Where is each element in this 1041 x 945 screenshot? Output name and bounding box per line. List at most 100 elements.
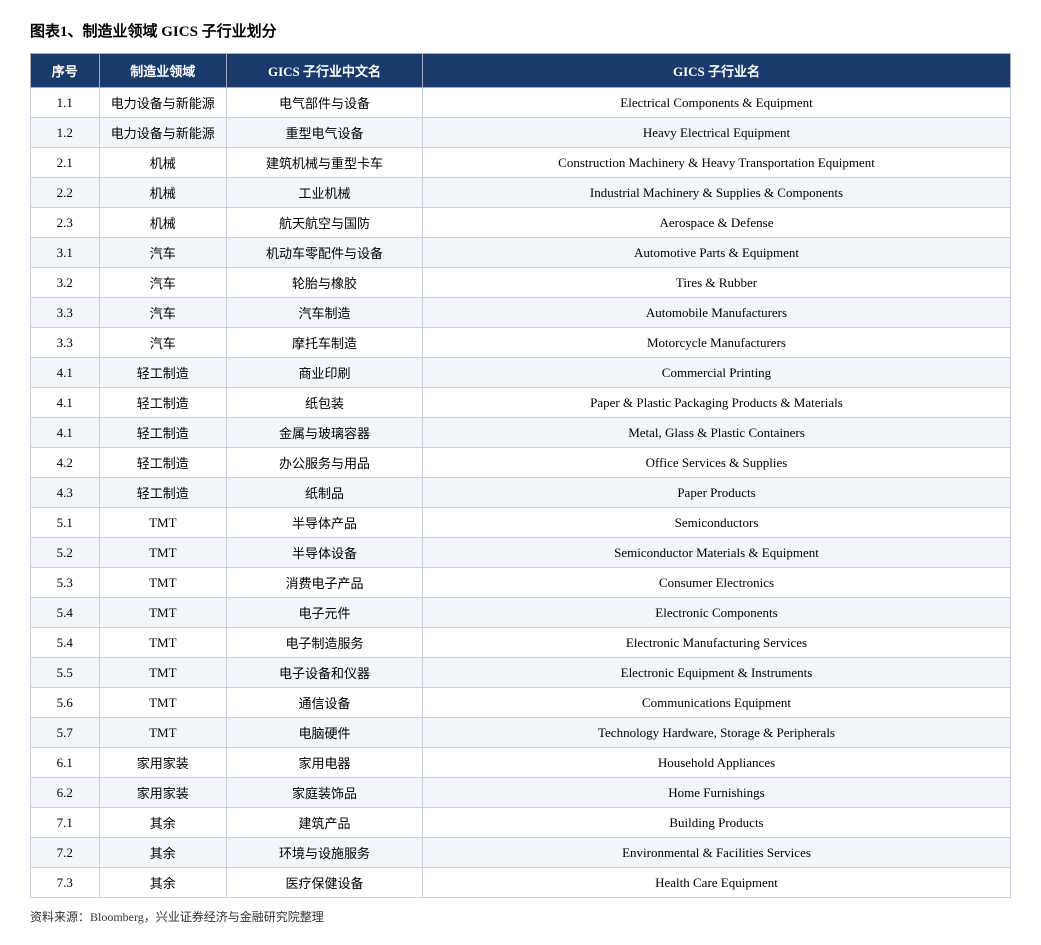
table-row: 7.1其余建筑产品Building Products <box>31 808 1011 838</box>
table-row: 7.2其余环境与设施服务Environmental & Facilities S… <box>31 838 1011 868</box>
cell-en: Consumer Electronics <box>422 568 1010 598</box>
cell-num: 1.2 <box>31 118 100 148</box>
header-cn: GICS 子行业中文名 <box>226 54 422 88</box>
cell-cn: 纸制品 <box>226 478 422 508</box>
cell-en: Communications Equipment <box>422 688 1010 718</box>
cell-cn: 建筑机械与重型卡车 <box>226 148 422 178</box>
cell-en: Electronic Equipment & Instruments <box>422 658 1010 688</box>
main-table: 序号 制造业领域 GICS 子行业中文名 GICS 子行业名 1.1电力设备与新… <box>30 53 1011 898</box>
table-row: 5.3TMT消费电子产品Consumer Electronics <box>31 568 1011 598</box>
cell-domain: TMT <box>99 598 226 628</box>
cell-en: Construction Machinery & Heavy Transport… <box>422 148 1010 178</box>
cell-num: 5.6 <box>31 688 100 718</box>
cell-cn: 电气部件与设备 <box>226 88 422 118</box>
cell-domain: TMT <box>99 568 226 598</box>
cell-cn: 摩托车制造 <box>226 328 422 358</box>
table-row: 5.1TMT半导体产品Semiconductors <box>31 508 1011 538</box>
cell-domain: 汽车 <box>99 238 226 268</box>
cell-num: 7.2 <box>31 838 100 868</box>
cell-en: Household Appliances <box>422 748 1010 778</box>
cell-domain: 其余 <box>99 868 226 898</box>
cell-num: 5.2 <box>31 538 100 568</box>
cell-domain: TMT <box>99 718 226 748</box>
cell-num: 5.1 <box>31 508 100 538</box>
cell-domain: 机械 <box>99 148 226 178</box>
footer-note: 资料来源：Bloomberg，兴业证券经济与金融研究院整理 <box>30 908 1011 925</box>
cell-domain: 汽车 <box>99 328 226 358</box>
cell-domain: TMT <box>99 658 226 688</box>
cell-en: Tires & Rubber <box>422 268 1010 298</box>
cell-cn: 电子元件 <box>226 598 422 628</box>
cell-en: Commercial Printing <box>422 358 1010 388</box>
cell-cn: 家庭装饰品 <box>226 778 422 808</box>
table-row: 5.4TMT电子制造服务Electronic Manufacturing Ser… <box>31 628 1011 658</box>
cell-domain: 轻工制造 <box>99 448 226 478</box>
cell-cn: 半导体产品 <box>226 508 422 538</box>
cell-domain: 汽车 <box>99 298 226 328</box>
cell-domain: TMT <box>99 538 226 568</box>
cell-domain: 轻工制造 <box>99 478 226 508</box>
cell-en: Building Products <box>422 808 1010 838</box>
cell-num: 4.1 <box>31 418 100 448</box>
cell-cn: 办公服务与用品 <box>226 448 422 478</box>
cell-num: 2.3 <box>31 208 100 238</box>
cell-cn: 环境与设施服务 <box>226 838 422 868</box>
table-row: 5.7TMT电脑硬件Technology Hardware, Storage &… <box>31 718 1011 748</box>
table-row: 3.3汽车汽车制造Automobile Manufacturers <box>31 298 1011 328</box>
cell-cn: 纸包装 <box>226 388 422 418</box>
cell-num: 5.4 <box>31 628 100 658</box>
table-row: 3.2汽车轮胎与橡胶Tires & Rubber <box>31 268 1011 298</box>
table-row: 4.3轻工制造纸制品Paper Products <box>31 478 1011 508</box>
cell-en: Environmental & Facilities Services <box>422 838 1010 868</box>
cell-domain: 轻工制造 <box>99 388 226 418</box>
table-row: 1.1电力设备与新能源电气部件与设备Electrical Components … <box>31 88 1011 118</box>
cell-en: Paper Products <box>422 478 1010 508</box>
cell-num: 2.1 <box>31 148 100 178</box>
cell-num: 4.2 <box>31 448 100 478</box>
cell-cn: 消费电子产品 <box>226 568 422 598</box>
cell-num: 3.3 <box>31 298 100 328</box>
cell-cn: 商业印刷 <box>226 358 422 388</box>
cell-domain: 家用家装 <box>99 748 226 778</box>
cell-num: 5.5 <box>31 658 100 688</box>
cell-en: Motorcycle Manufacturers <box>422 328 1010 358</box>
cell-domain: 机械 <box>99 178 226 208</box>
table-row: 5.5TMT电子设备和仪器Electronic Equipment & Inst… <box>31 658 1011 688</box>
cell-cn: 重型电气设备 <box>226 118 422 148</box>
cell-en: Health Care Equipment <box>422 868 1010 898</box>
cell-en: Semiconductors <box>422 508 1010 538</box>
cell-en: Automobile Manufacturers <box>422 298 1010 328</box>
cell-en: Office Services & Supplies <box>422 448 1010 478</box>
cell-cn: 工业机械 <box>226 178 422 208</box>
cell-domain: 家用家装 <box>99 778 226 808</box>
cell-en: Heavy Electrical Equipment <box>422 118 1010 148</box>
cell-cn: 金属与玻璃容器 <box>226 418 422 448</box>
cell-cn: 医疗保健设备 <box>226 868 422 898</box>
header-en: GICS 子行业名 <box>422 54 1010 88</box>
cell-domain: TMT <box>99 508 226 538</box>
table-row: 2.3机械航天航空与国防Aerospace & Defense <box>31 208 1011 238</box>
header-domain: 制造业领域 <box>99 54 226 88</box>
cell-domain: 轻工制造 <box>99 418 226 448</box>
cell-cn: 轮胎与橡胶 <box>226 268 422 298</box>
cell-num: 4.3 <box>31 478 100 508</box>
table-row: 5.6TMT通信设备Communications Equipment <box>31 688 1011 718</box>
cell-en: Electronic Components <box>422 598 1010 628</box>
table-row: 4.2轻工制造办公服务与用品Office Services & Supplies <box>31 448 1011 478</box>
table-row: 1.2电力设备与新能源重型电气设备Heavy Electrical Equipm… <box>31 118 1011 148</box>
cell-domain: 其余 <box>99 838 226 868</box>
cell-num: 5.3 <box>31 568 100 598</box>
table-row: 7.3其余医疗保健设备Health Care Equipment <box>31 868 1011 898</box>
table-row: 4.1轻工制造纸包装Paper & Plastic Packaging Prod… <box>31 388 1011 418</box>
cell-num: 4.1 <box>31 388 100 418</box>
cell-num: 6.1 <box>31 748 100 778</box>
cell-en: Electronic Manufacturing Services <box>422 628 1010 658</box>
cell-domain: 其余 <box>99 808 226 838</box>
table-row: 4.1轻工制造商业印刷Commercial Printing <box>31 358 1011 388</box>
cell-cn: 汽车制造 <box>226 298 422 328</box>
cell-cn: 半导体设备 <box>226 538 422 568</box>
table-row: 6.2家用家装家庭装饰品Home Furnishings <box>31 778 1011 808</box>
table-row: 5.4TMT电子元件Electronic Components <box>31 598 1011 628</box>
cell-domain: 机械 <box>99 208 226 238</box>
cell-en: Semiconductor Materials & Equipment <box>422 538 1010 568</box>
